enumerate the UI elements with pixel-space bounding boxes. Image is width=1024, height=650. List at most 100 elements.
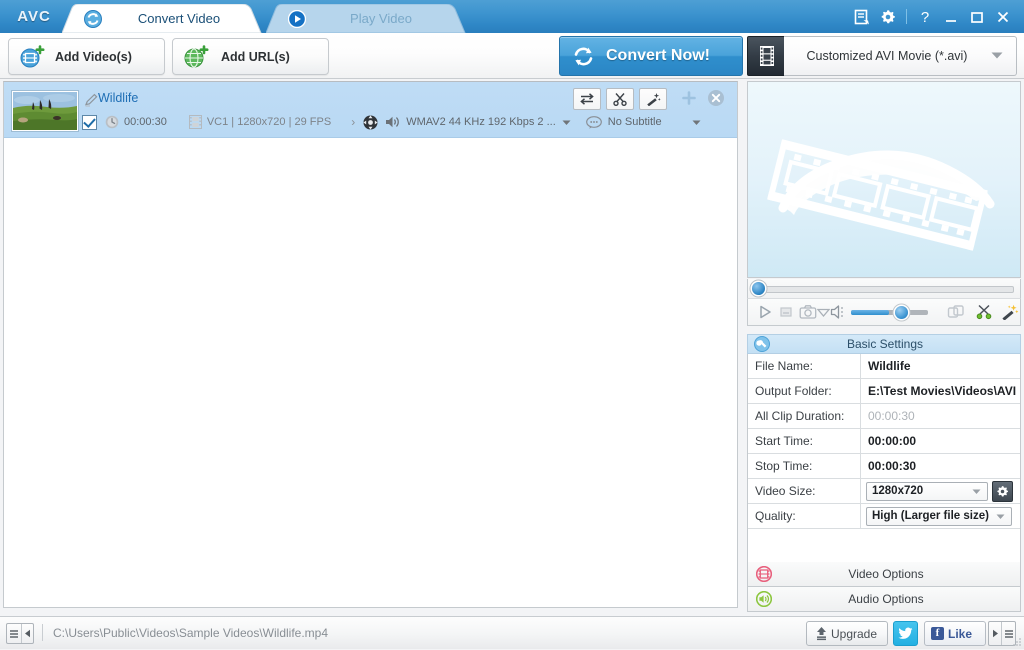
- subtitle-value: No Subtitle: [607, 116, 662, 128]
- film-strip-graphic: [767, 139, 995, 251]
- basic-settings-header: Basic Settings: [747, 334, 1021, 354]
- caret-right-icon: [989, 622, 1002, 645]
- snapshot-button[interactable]: [798, 301, 817, 323]
- upgrade-label: Upgrade: [831, 626, 878, 641]
- seek-handle[interactable]: [752, 282, 765, 295]
- chevron-down-icon: [996, 504, 1005, 528]
- volume-fill: [851, 309, 890, 315]
- audio-options-row[interactable]: Audio Options: [747, 587, 1021, 612]
- add-videos-label: Add Video(s): [55, 49, 132, 64]
- audio-options-icon: [756, 591, 772, 607]
- video-size-settings-button[interactable]: [992, 480, 1013, 502]
- video-thumbnail: [12, 91, 78, 131]
- scissors-icon[interactable]: [606, 88, 634, 110]
- play-circle-icon: [287, 9, 307, 29]
- video-size-dropdown[interactable]: 1280x720: [866, 479, 988, 503]
- log-icon[interactable]: [849, 0, 875, 33]
- video-options-row[interactable]: Video Options: [747, 562, 1021, 587]
- chevron-down-icon[interactable]: [562, 115, 571, 129]
- setting-row-stop-time: Stop Time: 00:00:30: [748, 454, 1020, 479]
- help-button[interactable]: ?: [912, 0, 938, 33]
- speaker-icon: [386, 116, 399, 128]
- convert-icon: [84, 10, 102, 28]
- label: All Clip Duration:: [755, 409, 845, 423]
- label: Video Size:: [755, 484, 816, 498]
- file-path-label: C:\Users\Public\Videos\Sample Videos\Wil…: [53, 626, 329, 640]
- label: File Name:: [755, 359, 814, 373]
- audio-info-group[interactable]: WMAV2 44 KHz 192 Kbps 2 ...: [363, 115, 571, 130]
- volume-handle[interactable]: [895, 305, 909, 319]
- video-options-icon: [756, 566, 772, 582]
- volume-icon[interactable]: [830, 301, 848, 323]
- file-name-label[interactable]: Wildlife: [98, 91, 138, 105]
- merge-icon[interactable]: [573, 88, 601, 110]
- add-urls-button[interactable]: Add URL(s): [172, 38, 329, 75]
- list-collapse-icon[interactable]: [6, 623, 34, 644]
- basic-settings-table: File Name: Wildlife Output Folder: E:\Te…: [747, 354, 1021, 564]
- setting-row-start-time: Start Time: 00:00:00: [748, 429, 1020, 454]
- maximize-button[interactable]: [964, 0, 990, 33]
- app-window: AVC Convert Video Play Video ? Add Video…: [0, 0, 1024, 649]
- file-name-value[interactable]: Wildlife: [860, 354, 1020, 378]
- quality-dropdown[interactable]: High (Larger file size): [866, 504, 1012, 528]
- setting-row-video-size: Video Size: 1280x720: [748, 479, 1020, 504]
- file-checkbox[interactable]: [82, 114, 97, 130]
- divider: [42, 624, 43, 641]
- chevron-down-icon: [972, 479, 981, 503]
- output-folder-value[interactable]: E:\Test Movies\Videos\AVI: [860, 379, 1020, 403]
- minimize-button[interactable]: [938, 0, 964, 33]
- chevron-down-icon[interactable]: [692, 115, 701, 129]
- add-video-icon: [19, 45, 45, 69]
- play-button[interactable]: [755, 301, 774, 323]
- duplicate-icon[interactable]: [947, 301, 966, 323]
- preview-seek-bar[interactable]: [747, 279, 1021, 298]
- settings-gear-icon[interactable]: [875, 0, 901, 33]
- preview-panel[interactable]: [747, 81, 1021, 278]
- label: Start Time:: [755, 434, 814, 448]
- volume-slider[interactable]: [851, 305, 928, 319]
- setting-row-all-clip-duration: All Clip Duration: 00:00:30: [748, 404, 1020, 429]
- tab-play-video[interactable]: Play Video: [266, 4, 476, 33]
- add-videos-button[interactable]: Add Video(s): [8, 38, 165, 75]
- duration-value: 00:00:30: [124, 116, 167, 128]
- preview-controls: [747, 298, 1021, 326]
- stop-button[interactable]: [776, 301, 795, 323]
- tab-convert-video[interactable]: Convert Video: [62, 4, 272, 33]
- close-button[interactable]: [990, 0, 1016, 33]
- expand-arrow-icon[interactable]: ›: [351, 115, 355, 129]
- subtitle-group[interactable]: No Subtitle: [585, 115, 701, 129]
- setting-row-quality: Quality: High (Larger file size): [748, 504, 1020, 529]
- output-format-dropdown[interactable]: Customized AVI Movie (*.avi): [784, 36, 1017, 76]
- video-size-value: 1280x720: [872, 485, 924, 497]
- snapshot-dropdown-icon[interactable]: [817, 301, 831, 323]
- convert-now-label: Convert Now!: [606, 47, 710, 64]
- magic-wand-icon[interactable]: [1001, 301, 1020, 323]
- add-url-icon: [183, 45, 209, 69]
- add-clip-icon[interactable]: [681, 90, 697, 106]
- twitter-icon[interactable]: [893, 621, 918, 646]
- label: Stop Time:: [755, 459, 813, 473]
- all-clip-duration-value: 00:00:30: [860, 404, 1020, 428]
- resize-grip-icon[interactable]: [1010, 635, 1022, 647]
- cut-clip-icon[interactable]: [975, 301, 994, 323]
- chevron-down-icon: [990, 49, 1004, 63]
- up-arrow-icon: [814, 626, 829, 644]
- format-film-icon[interactable]: [747, 36, 786, 76]
- convert-now-button[interactable]: Convert Now!: [559, 36, 743, 76]
- seek-track[interactable]: [757, 286, 1014, 293]
- add-urls-label: Add URL(s): [221, 49, 290, 64]
- audio-options-label: Audio Options: [848, 592, 924, 606]
- start-time-value[interactable]: 00:00:00: [860, 429, 1020, 453]
- wrench-icon: [754, 336, 770, 352]
- remove-file-icon[interactable]: [707, 89, 725, 107]
- list-icon: [7, 624, 22, 643]
- edit-pencil-icon[interactable]: [84, 93, 99, 107]
- facebook-like-button[interactable]: f Like: [924, 621, 986, 646]
- duration-group: 00:00:30: [105, 115, 167, 129]
- file-list-row[interactable]: Wildlife 00:00:30 VC1 | 1280x720 | 29 FP…: [4, 82, 737, 138]
- stop-time-value[interactable]: 00:00:30: [860, 454, 1020, 478]
- upgrade-button[interactable]: Upgrade: [806, 621, 888, 646]
- label: Output Folder:: [755, 384, 832, 398]
- magic-wand-icon[interactable]: [639, 88, 667, 110]
- title-bar: AVC Convert Video Play Video ?: [0, 0, 1024, 34]
